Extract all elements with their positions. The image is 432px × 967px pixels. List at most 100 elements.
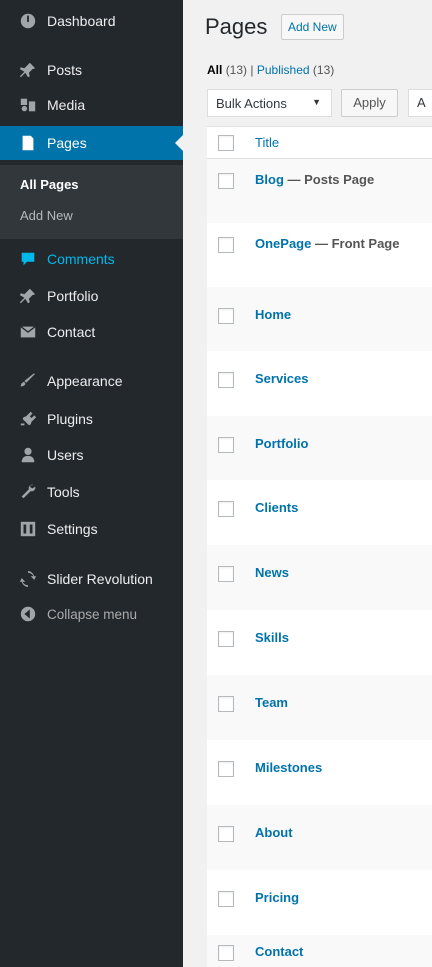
collapse-menu-button[interactable]: Collapse menu <box>0 597 183 631</box>
row-title-link[interactable]: Contact <box>255 944 303 959</box>
status-filters: All (13) | Published (13) <box>207 63 334 77</box>
dashboard-icon <box>18 11 38 31</box>
table-header: Title <box>207 127 432 159</box>
row-checkbox[interactable] <box>218 173 234 189</box>
table-row: Services <box>207 351 432 416</box>
pages-table: Title Blog — Posts Page OnePage — Front … <box>207 126 432 967</box>
row-title-link[interactable]: Home <box>255 307 291 322</box>
sidebar-item-label: Comments <box>47 251 115 267</box>
table-row: News <box>207 545 432 610</box>
comment-icon <box>18 249 38 269</box>
row-title-link[interactable]: Milestones <box>255 760 322 775</box>
sidebar-item-users[interactable]: Users <box>0 438 183 472</box>
user-icon <box>18 445 38 465</box>
row-checkbox[interactable] <box>218 696 234 712</box>
sidebar-item-label: Contact <box>47 324 96 340</box>
filter-all[interactable]: All (13) <box>207 63 247 77</box>
row-title-link[interactable]: Pricing <box>255 890 299 905</box>
table-row: Milestones <box>207 740 432 805</box>
row-checkbox[interactable] <box>218 372 234 388</box>
bulk-actions-select[interactable]: Bulk Actions ▼ <box>207 89 332 117</box>
table-row: Blog — Posts Page <box>207 159 432 223</box>
sidebar-item-label: Appearance <box>47 373 123 389</box>
sidebar-item-label: Settings <box>47 521 98 537</box>
row-checkbox[interactable] <box>218 826 234 842</box>
filter-published[interactable]: Published (13) <box>257 63 334 77</box>
admin-sidebar: Dashboard Posts Media Pages All Pages Ad… <box>0 0 183 967</box>
pin-icon <box>18 60 38 80</box>
submenu-add-new[interactable]: Add New <box>20 208 73 223</box>
brush-icon <box>18 371 38 391</box>
page-icon <box>18 133 38 153</box>
row-title-link[interactable]: Skills <box>255 630 289 645</box>
table-row: Home <box>207 287 432 351</box>
table-row: OnePage — Front Page <box>207 223 432 287</box>
row-checkbox[interactable] <box>218 308 234 324</box>
media-icon <box>18 95 38 115</box>
sidebar-item-label: Plugins <box>47 411 93 427</box>
row-title-link[interactable]: News <box>255 565 289 580</box>
sidebar-item-label: Collapse menu <box>47 606 138 622</box>
row-title-link[interactable]: Portfolio <box>255 436 308 451</box>
collapse-icon <box>18 604 38 624</box>
sidebar-item-media[interactable]: Media <box>0 88 183 122</box>
settings-icon <box>18 519 38 539</box>
row-checkbox[interactable] <box>218 631 234 647</box>
row-title-link[interactable]: Blog — Posts Page <box>255 172 374 187</box>
date-filter-select[interactable]: A <box>408 89 432 117</box>
sidebar-item-contact[interactable]: Contact <box>0 315 183 349</box>
row-checkbox[interactable] <box>218 501 234 517</box>
sidebar-item-settings[interactable]: Settings <box>0 512 183 546</box>
column-title-header[interactable]: Title <box>255 135 279 150</box>
sidebar-item-plugins[interactable]: Plugins <box>0 402 183 436</box>
submenu-all-pages[interactable]: All Pages <box>20 177 79 192</box>
row-checkbox[interactable] <box>218 566 234 582</box>
sidebar-item-appearance[interactable]: Appearance <box>0 364 183 398</box>
row-checkbox[interactable] <box>218 945 234 961</box>
sidebar-item-comments[interactable]: Comments <box>0 242 183 276</box>
table-row: Pricing <box>207 870 432 935</box>
table-row: Clients <box>207 480 432 545</box>
sidebar-item-label: Tools <box>47 484 80 500</box>
sidebar-item-label: Posts <box>47 62 83 78</box>
row-checkbox[interactable] <box>218 891 234 907</box>
sidebar-item-label: Media <box>47 97 86 113</box>
sidebar-item-slider-revolution[interactable]: Slider Revolution <box>0 562 183 596</box>
table-row: About <box>207 805 432 870</box>
sidebar-item-label: Slider Revolution <box>47 571 153 587</box>
row-title-link[interactable]: Clients <box>255 500 298 515</box>
sidebar-item-pages[interactable]: Pages <box>0 126 183 160</box>
sidebar-item-dashboard[interactable]: Dashboard <box>0 4 183 38</box>
table-row: Team <box>207 675 432 740</box>
sidebar-item-label: Dashboard <box>47 13 116 29</box>
filter-separator: | <box>250 63 254 77</box>
mail-icon <box>18 322 38 342</box>
select-all-checkbox[interactable] <box>218 135 234 151</box>
row-checkbox[interactable] <box>218 437 234 453</box>
page-title: Pages <box>205 14 268 39</box>
row-checkbox[interactable] <box>218 761 234 777</box>
table-row: Portfolio <box>207 416 432 480</box>
row-title-link[interactable]: About <box>255 825 293 840</box>
row-title-link[interactable]: Services <box>255 371 309 386</box>
wrench-icon <box>18 482 38 502</box>
table-row: Contact <box>207 935 432 967</box>
pages-submenu: All Pages Add New <box>0 165 183 239</box>
bulk-actions-value: Bulk Actions <box>216 95 287 111</box>
add-new-button[interactable]: Add New <box>281 14 344 40</box>
apply-button[interactable]: Apply <box>341 89 398 117</box>
sidebar-item-posts[interactable]: Posts <box>0 53 183 87</box>
plugin-icon <box>18 409 38 429</box>
main-content: Pages Add New All (13) | Published (13) … <box>183 0 432 967</box>
refresh-icon <box>18 569 38 589</box>
sidebar-item-label: Portfolio <box>47 288 99 304</box>
sidebar-item-label: Pages <box>47 135 87 151</box>
sidebar-item-portfolio[interactable]: Portfolio <box>0 279 183 313</box>
sidebar-item-label: Users <box>47 447 84 463</box>
row-title-link[interactable]: Team <box>255 695 288 710</box>
row-title-link[interactable]: OnePage — Front Page <box>255 236 399 251</box>
row-checkbox[interactable] <box>218 237 234 253</box>
table-row: Skills <box>207 610 432 675</box>
pin-icon <box>18 286 38 306</box>
sidebar-item-tools[interactable]: Tools <box>0 475 183 509</box>
